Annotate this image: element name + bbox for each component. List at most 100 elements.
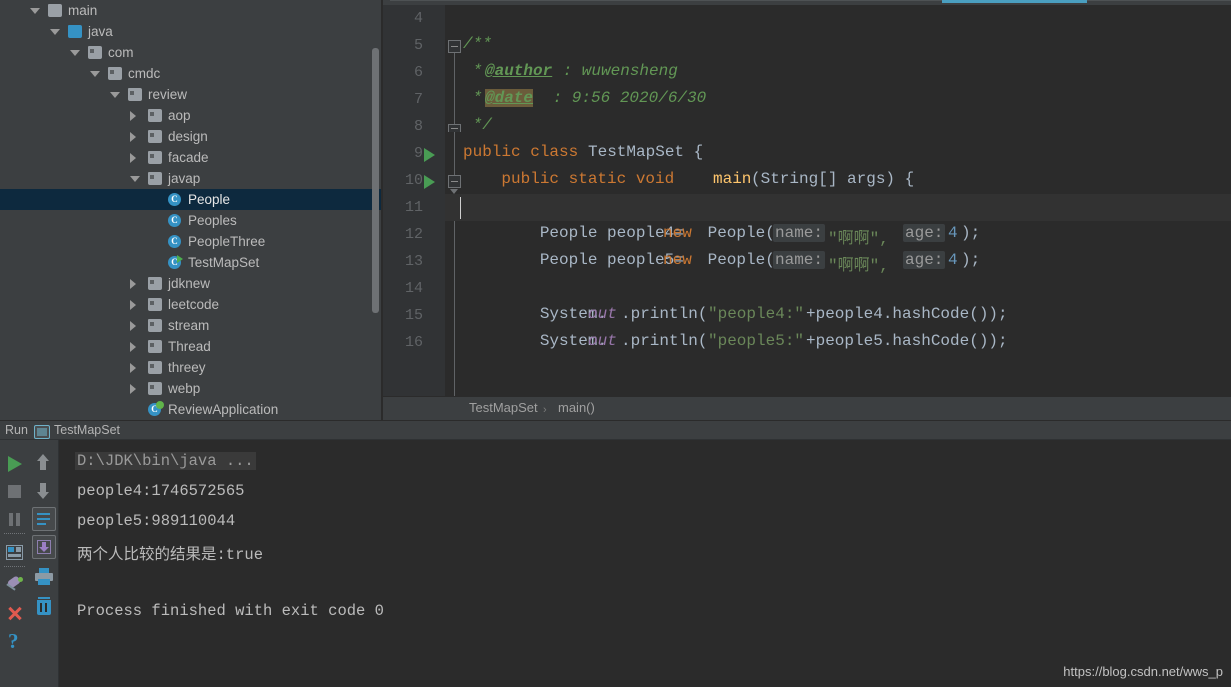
stop-button[interactable] [0, 476, 29, 505]
project-tree-item-label: design [168, 129, 208, 144]
project-tree-item-webp[interactable]: webp [0, 378, 381, 399]
chevron-right-icon[interactable] [130, 300, 136, 310]
project-tree-item-java[interactable]: java [0, 21, 381, 42]
project-tree-item-people[interactable]: C People [0, 189, 381, 210]
project-tree-item-cmdc[interactable]: cmdc [0, 63, 381, 84]
breadcrumb-class[interactable]: TestMapSet [469, 400, 538, 415]
project-tree-scrollbar[interactable] [372, 48, 379, 313]
chevron-right-icon[interactable] [130, 384, 136, 394]
pause-button[interactable] [0, 504, 29, 533]
project-tree-item-leetcode[interactable]: leetcode [0, 294, 381, 315]
chevron-right-icon[interactable] [130, 132, 136, 142]
chevron-down-icon[interactable] [110, 92, 120, 98]
gutter-run-button[interactable] [424, 175, 435, 189]
spring-boot-class-icon: C [148, 401, 164, 416]
fold-collapse-icon[interactable] [448, 40, 461, 53]
code-editor[interactable]: 4 5 6 7 8 9 10 11 12 13 14 15 16 /** * @author : wuw… [383, 5, 1231, 397]
close-button[interactable] [0, 598, 29, 627]
fold-collapse-icon[interactable] [448, 175, 461, 188]
code-token: "people4:" [708, 305, 805, 323]
console-command-line: D:\JDK\bin\java ... [75, 452, 256, 470]
code-token: name: [773, 251, 826, 269]
run-toolbar-left[interactable]: ? [0, 440, 29, 687]
project-tree-item-facade[interactable]: facade [0, 147, 381, 168]
arrow-up-icon-shaft [40, 460, 46, 470]
chevron-down-icon[interactable] [50, 29, 60, 35]
project-tree-item-threey[interactable]: threey [0, 357, 381, 378]
layout-icon-panel-a [8, 547, 14, 552]
chevron-down-icon[interactable] [90, 71, 100, 77]
help-button[interactable]: ? [0, 626, 29, 655]
fold-end-icon[interactable] [448, 124, 461, 132]
package-folder-icon [148, 361, 162, 374]
project-tree-item-thread[interactable]: Thread [0, 336, 381, 357]
soft-wrap-icon-line-2 [37, 518, 50, 520]
code-token: .println( [621, 305, 708, 323]
chevron-down-icon[interactable] [30, 8, 40, 14]
project-tree-item-label: threey [168, 360, 206, 375]
project-tree-item-peoples[interactable]: C Peoples [0, 210, 381, 231]
breadcrumb-method[interactable]: main() [558, 400, 595, 415]
restore-layout-button[interactable] [0, 537, 29, 566]
play-icon [8, 456, 22, 472]
project-tree-item-label: webp [168, 381, 201, 396]
project-tree-item-label: com [108, 45, 134, 60]
project-tree-item-jdknew[interactable]: jdknew [0, 273, 381, 294]
chevron-right-icon[interactable] [130, 153, 136, 163]
project-tree-item-main[interactable]: main [0, 0, 381, 21]
project-tree-item-com[interactable]: com [0, 42, 381, 63]
console-output-line: Process finished with exit code 0 [77, 602, 384, 620]
chevron-right-icon[interactable] [130, 111, 136, 121]
pause-icon-bar-left [9, 513, 13, 526]
chevron-right-icon[interactable] [130, 279, 136, 289]
soft-wrap-button[interactable] [29, 504, 58, 533]
project-tree-item-aop[interactable]: aop [0, 105, 381, 126]
run-tool-window-label[interactable]: Run [5, 423, 28, 437]
project-tree-item-design[interactable]: design [0, 126, 381, 147]
chevron-down-icon[interactable] [70, 50, 80, 56]
chevron-right-icon[interactable] [130, 363, 136, 373]
run-configuration-name[interactable]: TestMapSet [54, 423, 120, 437]
project-tree-item-reviewapplication[interactable]: C ReviewApplication [0, 399, 381, 420]
package-folder-icon [148, 277, 162, 290]
chevron-right-icon[interactable] [130, 321, 136, 331]
project-tree-item-label: leetcode [168, 297, 220, 312]
project-tree-item-testmapset[interactable]: C TestMapSet [0, 252, 381, 273]
run-toolbar-right[interactable] [29, 440, 58, 687]
rerun-button[interactable] [0, 448, 29, 477]
down-the-stack-trace-button[interactable] [29, 476, 58, 505]
project-tree[interactable]: main java com cmdc review aop design facade java… [0, 0, 381, 420]
clear-all-button[interactable] [29, 592, 58, 621]
tab-strip-divider-left [390, 0, 951, 1]
project-tree-item-javap[interactable]: javap [0, 168, 381, 189]
print-button[interactable] [29, 562, 58, 591]
console-output-line: people4:1746572565 [77, 482, 245, 500]
question-mark-icon: ? [8, 629, 19, 653]
gutter-run-button[interactable] [424, 148, 435, 162]
code-token: 4 [948, 224, 958, 242]
project-tree-item-peoplethree[interactable]: C PeopleThree [0, 231, 381, 252]
project-tool-window[interactable]: main java com cmdc review aop design facade java… [0, 0, 381, 420]
console-output[interactable]: D:\JDK\bin\java ... people4:1746572565 peo… [59, 440, 1231, 687]
code-token: /** [463, 35, 492, 53]
fold-region-line [454, 53, 455, 178]
pin-tab-button[interactable] [0, 570, 29, 599]
code-token: new [663, 251, 692, 269]
package-folder-icon [88, 46, 102, 59]
up-the-stack-trace-button[interactable] [29, 448, 58, 477]
code-text[interactable]: /** * @author : wuwensheng * @date : 9:5… [463, 5, 1231, 397]
project-tree-item-review[interactable]: review [0, 84, 381, 105]
project-tree-item-stream[interactable]: stream [0, 315, 381, 336]
run-tool-window: Run TestMapSet ? D:\JDK\bin\java ... peo… [0, 421, 1231, 687]
active-editor-tab-indicator[interactable] [942, 0, 1087, 3]
chevron-right-icon[interactable] [130, 342, 136, 352]
java-runnable-class-icon: C [168, 255, 183, 269]
run-tool-window-header: Run TestMapSet [0, 421, 1231, 440]
code-token: (String[] args) { [751, 170, 915, 188]
source-folder-icon [68, 25, 82, 38]
scroll-to-end-button[interactable] [29, 532, 58, 561]
chevron-down-icon[interactable] [130, 176, 140, 182]
spring-badge-icon [156, 401, 164, 409]
run-badge-icon [177, 255, 183, 263]
breadcrumb[interactable]: TestMapSet › main() [383, 397, 1231, 420]
